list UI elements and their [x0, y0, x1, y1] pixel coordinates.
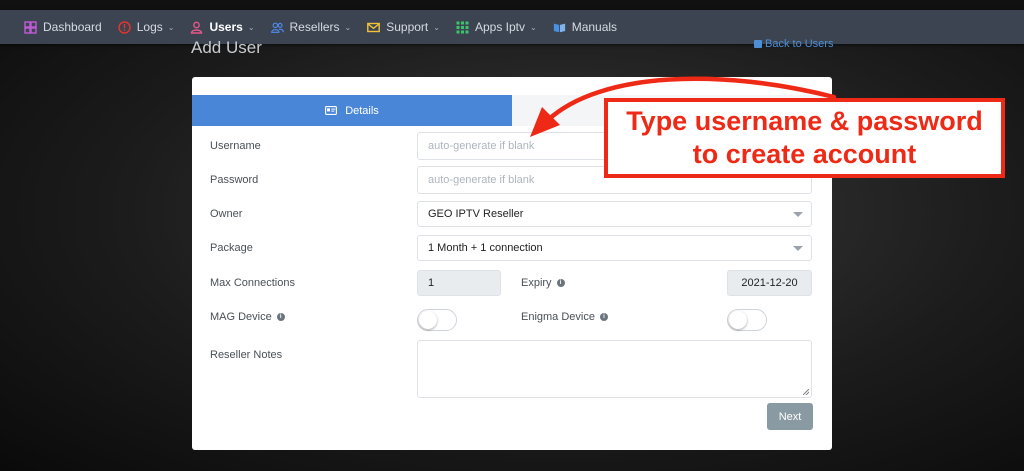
chevron-down-icon: ⌄: [530, 22, 537, 32]
enigma-device-label-wrap: Enigma Device i: [521, 311, 608, 323]
password-label: Password: [210, 174, 259, 186]
id-card-icon: [325, 106, 338, 115]
user-icon: [190, 21, 203, 34]
nav-dashboard-label: Dashboard: [43, 20, 102, 34]
chevron-down-icon: ⌄: [247, 22, 255, 32]
back-arrow-icon: [754, 40, 762, 48]
nav-support[interactable]: Support ⌄: [367, 20, 440, 34]
alert-icon: [117, 20, 131, 34]
chevron-down-icon: ⌄: [344, 22, 352, 32]
nav-dashboard[interactable]: Dashboard: [24, 20, 102, 34]
caret-down-icon: [793, 246, 803, 251]
mail-icon: [367, 21, 381, 34]
enigma-device-label: Enigma Device: [521, 311, 595, 323]
chevron-down-icon: ⌄: [433, 22, 440, 32]
expiry-label: Expiry: [521, 277, 552, 289]
annotation-line-2: to create account: [692, 139, 917, 169]
mag-device-toggle[interactable]: [417, 309, 457, 331]
resize-grip-icon[interactable]: [803, 389, 809, 395]
mag-device-label-wrap: MAG Device i: [210, 311, 285, 323]
grid-icon: [456, 21, 469, 34]
reseller-notes-label: Reseller Notes: [210, 349, 283, 361]
nav-manuals[interactable]: Manuals: [553, 20, 617, 34]
top-navigation: Dashboard Logs ⌄ Users ⌄ Resellers ⌄ Sup…: [0, 10, 1024, 44]
owner-label: Owner: [210, 208, 243, 220]
nav-apps-iptv[interactable]: Apps Iptv ⌄: [456, 20, 537, 34]
reseller-notes-textarea[interactable]: [417, 340, 812, 398]
nav-users-label: Users: [209, 20, 243, 34]
users-icon: [270, 21, 284, 34]
next-button[interactable]: Next: [767, 403, 813, 430]
nav-manuals-label: Manuals: [571, 20, 618, 34]
info-icon: i: [276, 313, 285, 322]
annotation-line-1: Type username & password: [626, 106, 983, 136]
enigma-device-toggle[interactable]: [727, 309, 767, 331]
package-label: Package: [210, 242, 253, 254]
username-label: Username: [210, 140, 261, 152]
nav-support-label: Support: [386, 20, 429, 34]
package-select-value: 1 Month + 1 connection: [428, 242, 543, 254]
info-icon: i: [556, 279, 565, 288]
mag-device-label: MAG Device: [210, 311, 272, 323]
back-to-users-link[interactable]: Back to Users: [754, 38, 833, 50]
annotation-callout: Type username & password to create accou…: [604, 98, 1005, 178]
dashboard-icon: [24, 20, 37, 34]
nav-users[interactable]: Users ⌄: [190, 20, 255, 34]
max-connections-label: Max Connections: [210, 277, 295, 289]
owner-select[interactable]: GEO IPTV Reseller: [417, 201, 812, 227]
toggle-knob: [729, 311, 747, 329]
nav-apps-iptv-label: Apps Iptv: [474, 20, 525, 34]
nav-resellers-label: Resellers: [289, 20, 340, 34]
back-link-label: Back to Users: [765, 38, 834, 50]
chevron-down-icon: ⌄: [167, 22, 175, 32]
owner-select-value: GEO IPTV Reseller: [428, 208, 524, 220]
nav-logs[interactable]: Logs ⌄: [117, 20, 175, 34]
tab-details[interactable]: Details: [192, 95, 512, 126]
expiry-label-wrap: Expiry i: [521, 277, 565, 289]
tab-details-label: Details: [345, 104, 379, 117]
package-select[interactable]: 1 Month + 1 connection: [417, 235, 812, 261]
window-top-strip: [0, 0, 1024, 10]
max-connections-input[interactable]: 1: [417, 270, 501, 296]
nav-logs-label: Logs: [136, 20, 163, 34]
page-title: Add User: [191, 38, 262, 57]
info-icon: i: [599, 313, 608, 322]
book-icon: [553, 21, 566, 34]
toggle-knob: [419, 311, 437, 329]
nav-resellers[interactable]: Resellers ⌄: [270, 20, 352, 34]
expiry-date-input[interactable]: 2021-12-20: [727, 270, 812, 296]
caret-down-icon: [793, 212, 803, 217]
